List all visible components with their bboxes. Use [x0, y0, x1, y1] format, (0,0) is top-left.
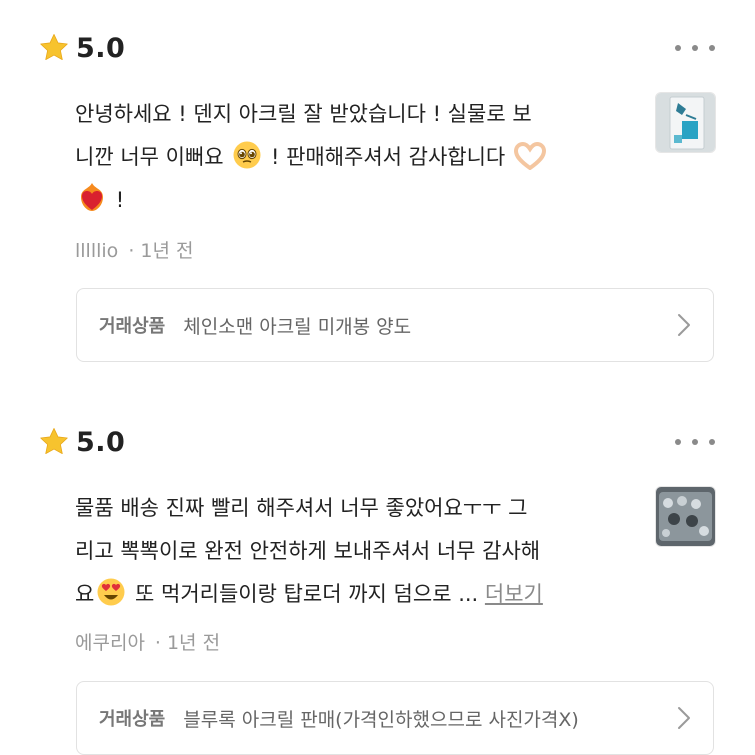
heart-eyes-icon	[97, 578, 125, 606]
review-text-line: !	[115, 188, 125, 212]
review-text-line: 물품 배송 진짜 빨리 해주셔서 너무 좋았어요ㅜㅜ 그	[75, 496, 528, 520]
review-text-line: 리고 뽁뽁이로 완전 안전하게 보내주셔서 너무 감사해	[75, 539, 541, 563]
product-name: 블루록 아크릴 판매(가격인하했으므로 사진가격X)	[183, 708, 579, 731]
separator-dot: ·	[128, 240, 135, 262]
review-text-line: 안녕하세요 ! 덴지 아크릴 잘 받았습니다 ! 실물로 보	[75, 102, 532, 126]
dot-icon	[675, 439, 681, 445]
separator-dot: ·	[154, 632, 161, 654]
username[interactable]: 에쿠리아	[75, 632, 145, 654]
product-link[interactable]: 거래상품 체인소맨 아크릴 미개봉 양도	[76, 288, 714, 362]
star-icon	[40, 428, 68, 454]
dot-icon	[709, 439, 715, 445]
heart-on-fire-icon	[81, 183, 103, 211]
product-name: 체인소맨 아크릴 미개봉 양도	[183, 315, 412, 338]
review-meta: lllllio · 1년 전	[75, 236, 193, 263]
review-text: 안녕하세요 ! 덴지 아크릴 잘 받았습니다 ! 실물로 보 니깐 너무 이뻐요…	[75, 93, 635, 222]
package-photo-image	[656, 487, 715, 546]
more-options-button[interactable]	[675, 430, 715, 454]
rating-value: 5.0	[76, 426, 126, 458]
username[interactable]: lllllio	[75, 240, 118, 262]
pleading-face-icon	[233, 141, 261, 169]
review-time: 1년 전	[166, 632, 221, 654]
acrylic-photo-image	[656, 93, 715, 152]
review-text-line: 요	[75, 582, 95, 606]
review-text-line: 니깐 너무 이뻐요	[75, 145, 224, 169]
star-icon	[40, 34, 68, 60]
dot-icon	[675, 45, 681, 51]
review-photo-thumbnail[interactable]	[655, 92, 716, 153]
dot-icon	[709, 45, 715, 51]
product-label: 거래상품	[99, 316, 166, 337]
dot-icon	[692, 439, 698, 445]
read-more-link[interactable]: 더보기	[485, 582, 543, 606]
heart-hands-icon	[513, 142, 546, 170]
review-time: 1년 전	[140, 240, 194, 262]
product-label: 거래상품	[99, 709, 166, 730]
rating-value: 5.0	[76, 32, 126, 64]
product-link[interactable]: 거래상품 블루록 아크릴 판매(가격인하했으므로 사진가격X)	[76, 681, 714, 755]
rating-row: 5.0	[38, 422, 125, 462]
chevron-right-icon	[678, 314, 690, 336]
rating-row: 5.0	[38, 28, 125, 68]
more-options-button[interactable]	[675, 36, 715, 60]
dot-icon	[692, 45, 698, 51]
chevron-right-icon	[678, 707, 690, 729]
review-text-line: 또 먹거리들이랑 탑로더 까지 덤으로 ...	[135, 582, 479, 606]
review-text: 물품 배송 진짜 빨리 해주셔서 너무 좋았어요ㅜㅜ 그 리고 뽁뽁이로 완전 …	[75, 487, 635, 616]
review-text-line: ! 판매해주셔서 감사합니다	[270, 145, 506, 169]
review-meta: 에쿠리아 · 1년 전	[75, 628, 220, 655]
review-photo-thumbnail[interactable]	[655, 486, 716, 547]
